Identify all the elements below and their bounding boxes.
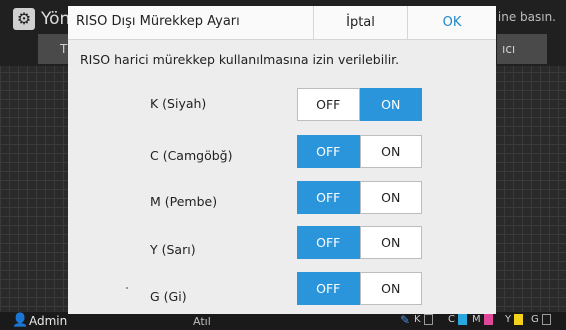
toggle-g: OFF ON bbox=[297, 272, 422, 305]
ink-box-g bbox=[541, 314, 551, 325]
toggle-m: OFF ON bbox=[297, 181, 422, 214]
ink-label: C bbox=[448, 314, 455, 325]
decorative-dot bbox=[126, 287, 128, 289]
status-text: Atıl bbox=[193, 315, 211, 328]
ink-level-y: Y bbox=[505, 314, 524, 325]
ink-label: M bbox=[472, 314, 481, 325]
ink-box-y bbox=[514, 314, 524, 325]
ink-level-g: G bbox=[531, 314, 551, 325]
ink-label: Y bbox=[505, 314, 512, 325]
user-name: Admin bbox=[29, 314, 68, 328]
toggle-c-off-button[interactable]: OFF bbox=[297, 135, 360, 168]
toggle-g-off-button[interactable]: OFF bbox=[297, 272, 360, 305]
gear-icon[interactable]: ⚙ bbox=[13, 8, 35, 30]
toggle-c: OFF ON bbox=[297, 135, 422, 168]
ink-label: G bbox=[531, 314, 539, 325]
ink-box-k bbox=[423, 314, 433, 325]
dialog-description: RISO harici mürekkep kullanılmasına izin… bbox=[80, 52, 400, 67]
toggle-y-on-button[interactable]: ON bbox=[359, 226, 422, 259]
toggle-k-off-button[interactable]: OFF bbox=[297, 88, 360, 121]
toggle-k-on-button[interactable]: ON bbox=[359, 88, 422, 121]
row-label-k: K (Siyah) bbox=[150, 96, 207, 111]
toggle-c-on-button[interactable]: ON bbox=[359, 135, 422, 168]
user-icon: 👤 bbox=[12, 313, 29, 328]
ink-box-m bbox=[483, 314, 493, 325]
ink-box-c bbox=[457, 314, 467, 325]
toggle-y: OFF ON bbox=[297, 226, 422, 259]
background-hint: ine basın. bbox=[497, 10, 556, 24]
ink-edit-icon: ✎ bbox=[400, 313, 411, 327]
toggle-k: OFF ON bbox=[297, 88, 422, 121]
dialog-header: RISO Dışı Mürekkep Ayarı İptal OK bbox=[68, 6, 496, 40]
toggle-g-on-button[interactable]: ON bbox=[359, 272, 422, 305]
dialog-title: RISO Dışı Mürekkep Ayarı bbox=[76, 14, 240, 29]
cancel-button[interactable]: İptal bbox=[313, 6, 407, 40]
ok-button[interactable]: OK bbox=[407, 6, 496, 40]
row-label-g: G (Gi) bbox=[150, 289, 187, 304]
toggle-y-off-button[interactable]: OFF bbox=[297, 226, 360, 259]
row-label-y: Y (Sarı) bbox=[150, 242, 196, 257]
ink-settings-dialog: RISO Dışı Mürekkep Ayarı İptal OK RISO h… bbox=[68, 6, 496, 314]
row-label-m: M (Pembe) bbox=[150, 194, 218, 209]
toggle-m-off-button[interactable]: OFF bbox=[297, 181, 360, 214]
background-title: Yön bbox=[41, 9, 71, 29]
row-label-c: C (Camgöbğ) bbox=[150, 148, 233, 163]
toggle-m-on-button[interactable]: ON bbox=[359, 181, 422, 214]
ink-level-m: M bbox=[472, 314, 493, 325]
ink-label: K bbox=[414, 314, 421, 325]
ink-level-c: C bbox=[448, 314, 467, 325]
ink-level-k: K bbox=[414, 314, 433, 325]
background-tab-right[interactable]: ıcı bbox=[497, 34, 547, 64]
